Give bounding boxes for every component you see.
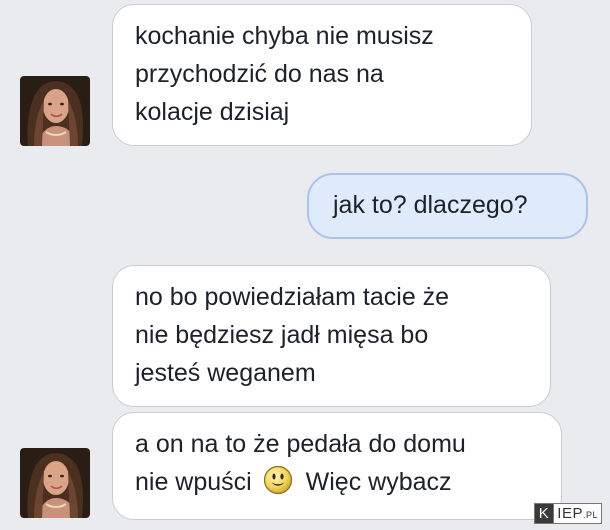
message-bubble-incoming: no bo powiedziałam tacie że nie będziesz… [112, 265, 551, 407]
message-text: a on na to że pedała do domu [135, 430, 466, 458]
message-text: nie będziesz jadł mięsa bo [135, 321, 429, 349]
message-text: jak to? dlaczego? [333, 191, 528, 219]
smiley-emoji-icon [263, 465, 293, 495]
watermark-text: IEP [557, 504, 583, 522]
watermark-logo-text: IEP.PL [554, 502, 602, 524]
message-text: nie wpuści [135, 468, 252, 496]
contact-avatar[interactable] [20, 448, 90, 518]
message-text: kochanie chyba nie musisz [135, 22, 434, 50]
message-text: Więc wybacz [305, 468, 452, 496]
message-text: przychodzić do nas na [135, 60, 384, 88]
avatar-photo [20, 76, 90, 146]
message-bubble-outgoing: jak to? dlaczego? [307, 173, 588, 239]
message-text-line: nie wpuści Więc wybacz [135, 463, 541, 501]
watermark-logo-part: K [533, 502, 555, 524]
message-bubble-incoming: a on na to że pedała do domu nie wpuści … [112, 412, 562, 520]
message-text: jesteś weganem [135, 359, 316, 387]
avatar-photo [20, 448, 90, 518]
message-bubble-incoming: kochanie chyba nie musisz przychodzić do… [112, 4, 532, 146]
message-text: no bo powiedziałam tacie że [135, 283, 450, 311]
site-watermark: K IEP.PL [533, 502, 602, 524]
contact-avatar[interactable] [20, 76, 90, 146]
message-text: kolacje dzisiaj [135, 98, 290, 126]
watermark-suffix: .PL [582, 509, 598, 520]
